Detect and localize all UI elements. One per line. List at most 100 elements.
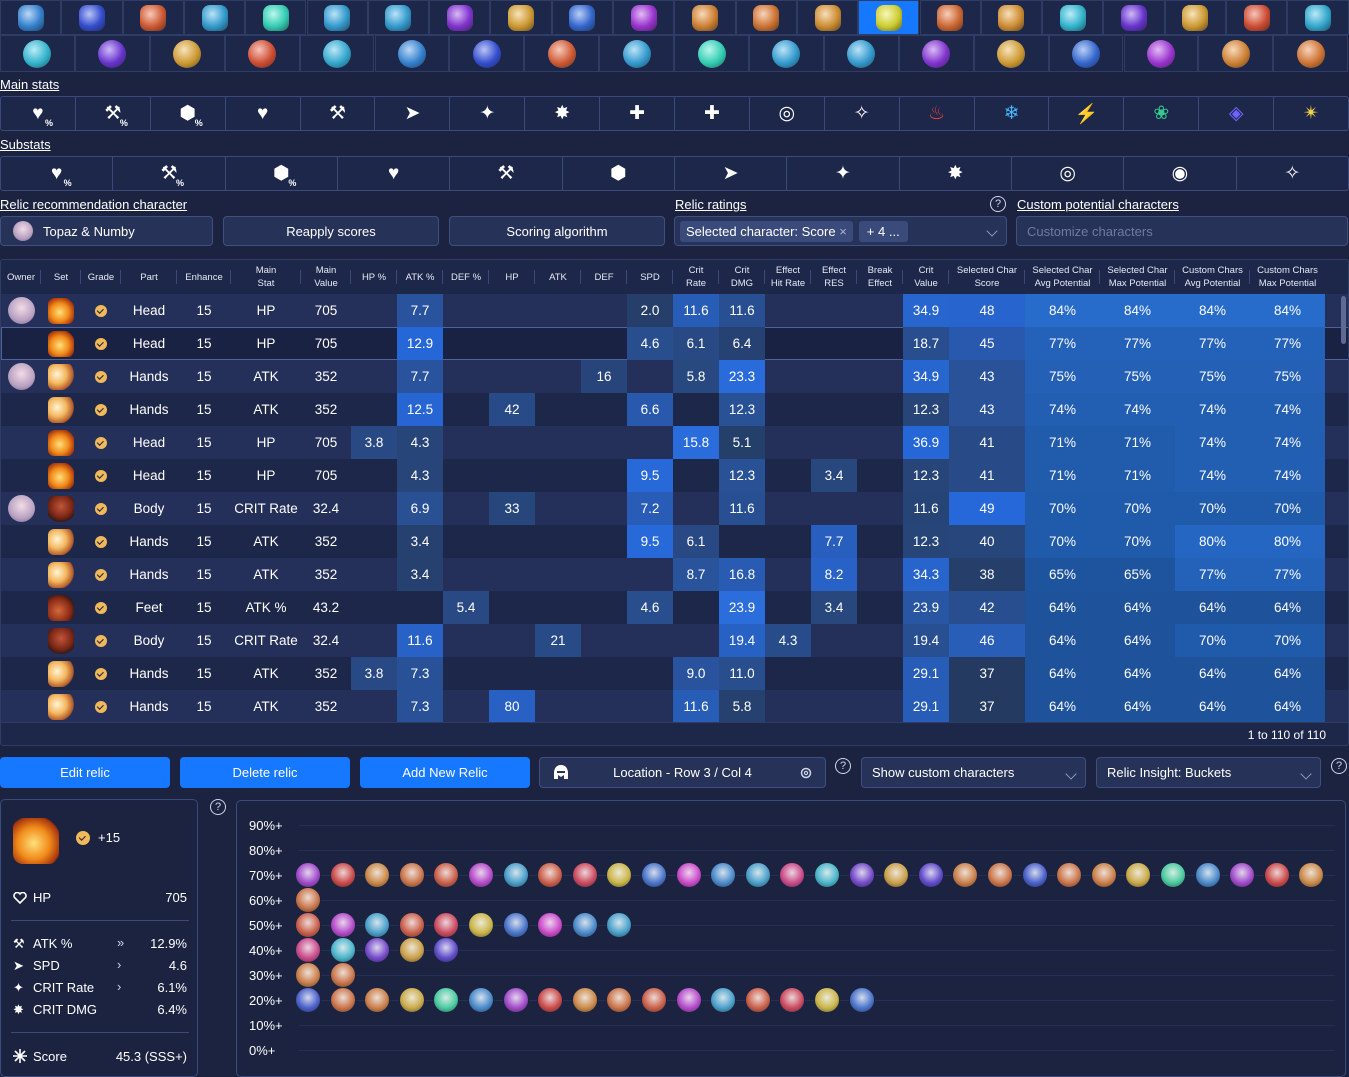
relic-set-icon[interactable]	[306, 0, 368, 35]
character-avatar-point[interactable]	[1090, 862, 1117, 888]
character-avatar-point[interactable]	[779, 987, 806, 1013]
character-avatar-point[interactable]	[468, 987, 494, 1013]
character-avatar-point[interactable]	[675, 862, 702, 888]
character-avatar-point[interactable]	[744, 987, 771, 1013]
character-avatar-point[interactable]	[710, 987, 737, 1013]
ratings-tag[interactable]: Selected character: Score ×	[680, 220, 853, 242]
relic-set-icon[interactable]	[973, 35, 1049, 72]
relic-set-icon[interactable]	[858, 0, 920, 35]
column-header[interactable]: Owner	[1, 260, 41, 294]
character-avatar-point[interactable]	[468, 912, 494, 938]
relic-set-icon[interactable]	[524, 35, 600, 72]
column-header[interactable]: Main Value	[301, 260, 351, 294]
stat-filter-def[interactable]: ⬢	[563, 157, 675, 190]
table-row[interactable]: Feet 15 ATK % 43.2 5.4 4.6 23.9 3.4 23.9 42 64% 64%…	[1, 591, 1348, 624]
character-avatar-point[interactable]	[848, 862, 875, 888]
character-avatar-point[interactable]	[502, 862, 529, 888]
insight-card-help-icon[interactable]: ?	[210, 799, 226, 815]
relic-set-icon[interactable]	[149, 35, 225, 72]
stat-filter-healing-cross[interactable]: ✚	[675, 97, 750, 130]
relic-set-icon[interactable]	[599, 35, 675, 72]
character-avatar-point[interactable]	[606, 862, 633, 888]
character-avatar-point[interactable]	[641, 862, 667, 888]
relic-set-icon[interactable]	[919, 0, 981, 35]
character-avatar-point[interactable]	[364, 937, 391, 963]
stat-filter-atk[interactable]: ⚒	[450, 157, 563, 190]
relic-set-icon[interactable]	[1123, 35, 1199, 72]
table-row[interactable]: Head 15 HP 705 7.7 2.0 11.6 11.6 34.9 48 84% 84% 84%…	[1, 294, 1348, 327]
relic-set-icon[interactable]	[429, 0, 491, 35]
character-avatar-point[interactable]	[295, 862, 321, 888]
edit-relic-button[interactable]: Edit relic	[0, 757, 170, 788]
relic-set-icon[interactable]	[490, 0, 552, 35]
delete-relic-button[interactable]: Delete relic	[180, 757, 350, 788]
character-avatar-point[interactable]	[537, 912, 564, 938]
character-avatar-point[interactable]	[433, 862, 460, 888]
character-avatar-point[interactable]	[364, 912, 391, 938]
column-header[interactable]: Selected Char Score	[949, 260, 1025, 294]
stat-filter-atk-percent[interactable]: ⚒%	[76, 97, 151, 130]
column-header[interactable]: Crit Rate	[673, 260, 719, 294]
stat-filter-hp[interactable]: ♥	[338, 157, 451, 190]
column-header[interactable]: Main Stat	[231, 260, 301, 294]
stat-filter-atk[interactable]: ⚒	[301, 97, 376, 130]
column-header[interactable]: Enhance	[177, 260, 231, 294]
stat-filter-break-effect[interactable]: ✧	[825, 97, 900, 130]
relic-set-icon[interactable]	[367, 0, 430, 35]
location-display[interactable]: Location - Row 3 / Col 4	[539, 757, 826, 788]
stat-filter-crit-dmg[interactable]: ✸	[900, 157, 1012, 190]
column-header[interactable]: DEF	[581, 260, 627, 294]
character-avatar-point[interactable]	[537, 987, 564, 1013]
character-avatar-point[interactable]	[814, 862, 840, 888]
character-avatar-point[interactable]	[398, 937, 425, 963]
character-avatar-point[interactable]	[1229, 862, 1256, 888]
ratings-more-tag[interactable]: + 4 ...	[858, 220, 908, 242]
character-avatar-point[interactable]	[814, 987, 840, 1013]
stat-filter-spd[interactable]: ➤	[375, 97, 451, 130]
stat-filter-effect-hit[interactable]: ◎	[750, 97, 825, 130]
character-avatar-point[interactable]	[502, 912, 529, 938]
relic-set-icon[interactable]	[1103, 0, 1165, 35]
character-avatar-point[interactable]	[329, 912, 356, 938]
reapply-scores-button[interactable]: Reapply scores	[223, 216, 439, 246]
character-avatar-point[interactable]	[571, 987, 598, 1013]
relic-set-icon[interactable]	[796, 0, 859, 35]
character-avatar-point[interactable]	[848, 987, 875, 1013]
relic-set-icon[interactable]	[674, 0, 736, 35]
relic-set-icon[interactable]	[735, 0, 797, 35]
stat-filter-effect-res[interactable]: ◉	[1124, 157, 1237, 190]
stat-filter-def-percent[interactable]: ⬢%	[151, 97, 226, 130]
location-help-icon[interactable]: ?	[835, 758, 851, 774]
table-row[interactable]: Body 15 CRIT Rate 32.4 11.6 21 19.4 4.3 19.4 46 64…	[1, 624, 1348, 657]
stat-filter-def-percent[interactable]: ⬢%	[226, 157, 338, 190]
character-avatar-point[interactable]	[502, 987, 529, 1013]
character-avatar-point[interactable]	[364, 862, 391, 888]
column-header[interactable]: Effect Hit Rate	[765, 260, 811, 294]
column-header[interactable]: HP %	[351, 260, 397, 294]
relic-set-icon[interactable]	[0, 35, 75, 72]
table-scrollbar[interactable]	[1341, 296, 1346, 344]
relic-set-icon[interactable]	[245, 0, 307, 35]
relic-set-icon[interactable]	[299, 35, 375, 72]
character-avatar-point[interactable]	[606, 987, 633, 1013]
insight-help-icon[interactable]: ?	[1331, 758, 1347, 774]
stat-filter-crit-rate[interactable]: ✦	[450, 97, 526, 130]
character-avatar-point[interactable]	[329, 937, 356, 963]
character-avatar-point[interactable]	[1194, 862, 1221, 888]
relic-set-icon[interactable]	[183, 0, 246, 35]
scoring-algorithm-button[interactable]: Scoring algorithm	[449, 216, 665, 246]
character-avatar-point[interactable]	[329, 962, 356, 988]
table-row[interactable]: Hands 15 ATK 352 7.3 80 11.6 5.8 29.1 37 64% 64% 64%…	[1, 690, 1348, 723]
character-avatar-point[interactable]	[883, 862, 910, 888]
relic-set-icon[interactable]	[122, 0, 184, 35]
character-avatar-point[interactable]	[1160, 862, 1186, 888]
relic-insight-select[interactable]: Relic Insight: Buckets	[1096, 757, 1321, 788]
character-avatar-point[interactable]	[744, 862, 771, 888]
table-row[interactable]: Hands 15 ATK 352 3.4 9.5 6.1 7.7 12.3 40 70% 70% 80%…	[1, 525, 1348, 558]
character-avatar-point[interactable]	[606, 912, 633, 938]
relic-set-icon[interactable]	[74, 35, 150, 72]
stat-filter-ice-dmg[interactable]: ❄	[975, 97, 1050, 130]
table-row[interactable]: Head 15 HP 705 4.3 9.5 12.3 3.4 12.3 41 71% 71% 74% 7…	[1, 459, 1348, 492]
character-avatar-point[interactable]	[398, 987, 425, 1013]
stat-filter-hp[interactable]: ♥	[226, 97, 301, 130]
